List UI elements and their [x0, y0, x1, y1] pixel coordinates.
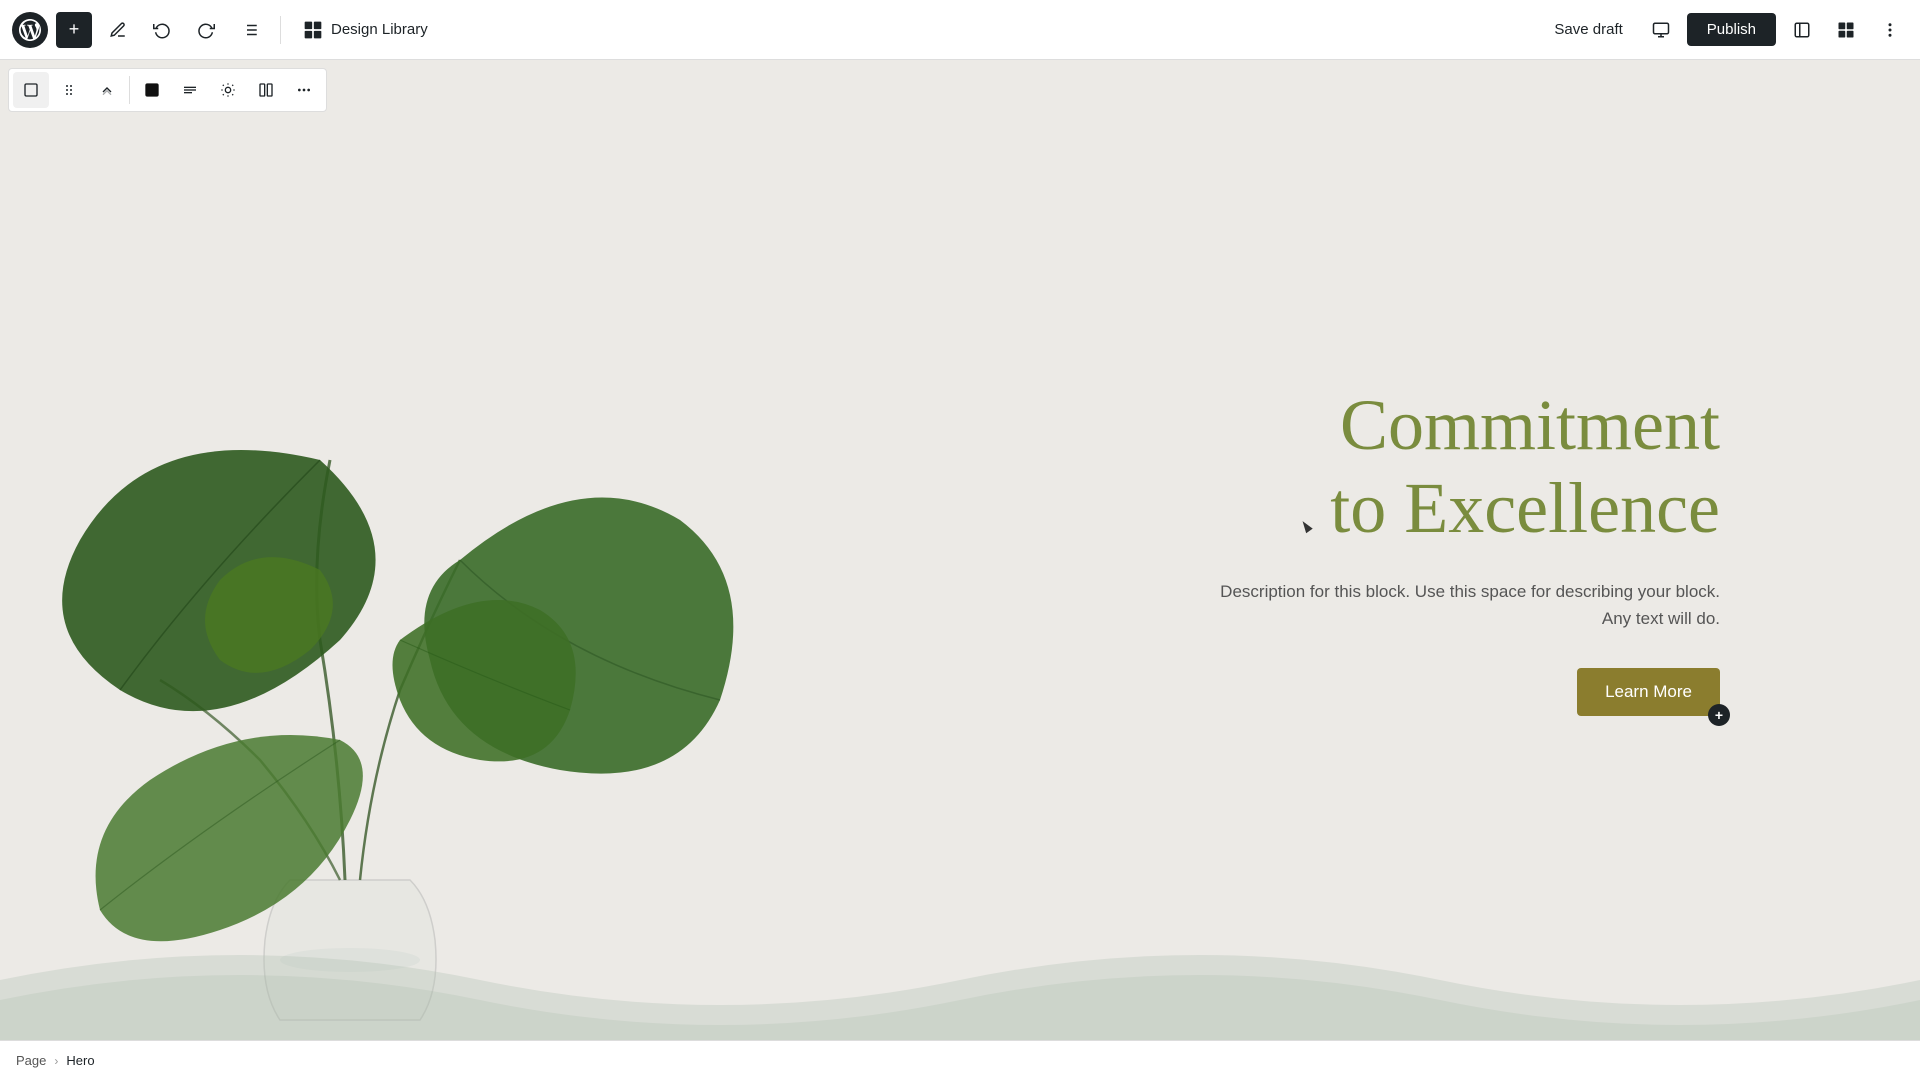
block-more-button[interactable] [286, 72, 322, 108]
sidebar-toggle-button[interactable] [1784, 12, 1820, 48]
toolbar-inner-divider [129, 76, 130, 104]
more-options-button[interactable] [1872, 12, 1908, 48]
save-draft-button[interactable]: Save draft [1542, 15, 1634, 44]
block-move-button[interactable] [89, 72, 125, 108]
wave-decoration [0, 920, 1920, 1040]
block-color-button[interactable] [134, 72, 170, 108]
hero-section: Commitment to Excellence Description for… [0, 60, 1920, 1040]
hero-description: Description for this block. Use this spa… [1200, 578, 1720, 632]
breadcrumb-page[interactable]: Page [16, 1053, 46, 1068]
toolbar-divider [280, 16, 281, 44]
block-select-button[interactable] [13, 72, 49, 108]
status-bar: Page › Hero [0, 1040, 1920, 1080]
block-columns-button[interactable] [248, 72, 284, 108]
block-animation-button[interactable] [210, 72, 246, 108]
block-drag-button[interactable] [51, 72, 87, 108]
wordpress-logo[interactable] [12, 12, 48, 48]
learn-more-button[interactable]: Learn More + [1577, 668, 1720, 716]
publish-button[interactable]: Publish [1687, 13, 1776, 46]
hero-title: Commitment to Excellence [1200, 384, 1720, 550]
list-view-button[interactable] [232, 12, 268, 48]
add-block-button[interactable]: + [56, 12, 92, 48]
hero-content: Commitment to Excellence Description for… [1200, 384, 1720, 716]
undo-button[interactable] [144, 12, 180, 48]
breadcrumb-hero: Hero [66, 1053, 94, 1068]
design-library-label: Design Library [331, 21, 428, 38]
breadcrumb-separator: › [54, 1054, 58, 1068]
redo-button[interactable] [188, 12, 224, 48]
edit-tool-button[interactable] [100, 12, 136, 48]
stackable-icon [303, 20, 323, 40]
stackable-panel-button[interactable] [1828, 12, 1864, 48]
preview-button[interactable] [1643, 12, 1679, 48]
editor-canvas: Commitment to Excellence Description for… [0, 60, 1920, 1040]
block-toolbar [8, 68, 327, 112]
plant-illustration-area [0, 60, 750, 1040]
top-bar-right: Save draft Publish [1542, 12, 1908, 48]
top-bar: + Design Li [0, 0, 1920, 60]
block-align-button[interactable] [172, 72, 208, 108]
design-library-button[interactable]: Design Library [293, 14, 438, 46]
add-badge: + [1708, 704, 1730, 726]
